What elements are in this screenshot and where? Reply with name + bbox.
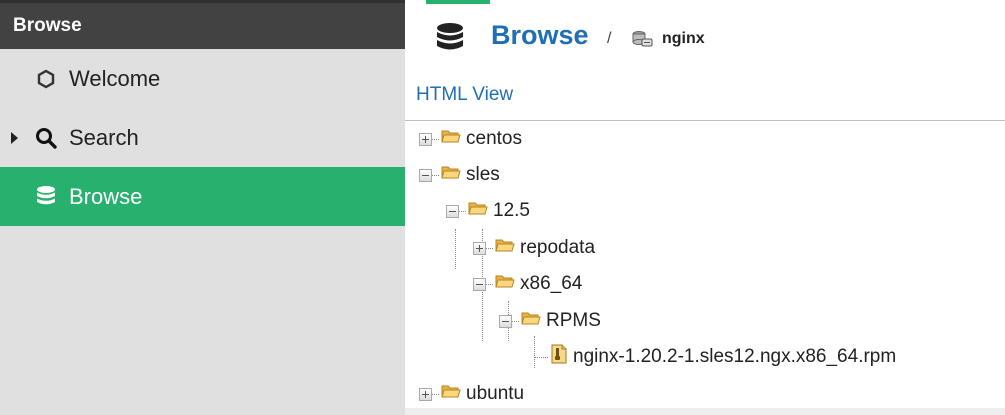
tree-node-label[interactable]: 12.5 <box>493 200 530 222</box>
database-icon <box>34 185 58 209</box>
tree-node-label[interactable]: RPMS <box>546 310 601 332</box>
folder-icon <box>441 128 461 150</box>
breadcrumb-separator: / <box>607 30 612 47</box>
expand-toggle[interactable] <box>419 387 432 401</box>
search-icon <box>34 126 58 150</box>
sidebar-item-browse[interactable]: Browse <box>0 167 405 226</box>
tree-node-12-5[interactable]: 12.5 <box>446 193 530 229</box>
collapse-toggle[interactable] <box>419 168 432 182</box>
folder-open-icon <box>468 200 488 222</box>
tree-node-label[interactable]: nginx-1.20.2-1.sles12.ngx.x86_64.rpm <box>573 346 896 368</box>
tree-node-repodata[interactable]: repodata <box>473 230 595 266</box>
sidebar-item-label: Search <box>69 124 139 150</box>
bottom-strip <box>405 408 1005 415</box>
hexagon-icon <box>34 67 58 91</box>
collapse-toggle[interactable] <box>473 277 486 291</box>
tree-node-sles[interactable]: sles <box>419 157 500 193</box>
expand-toggle[interactable] <box>419 132 432 146</box>
database-icon <box>435 22 465 59</box>
caret-right-icon[interactable] <box>11 131 18 144</box>
page-title[interactable]: Browse <box>491 20 589 51</box>
main-panel: Browse / nginx HTML View centos sles 12.… <box>405 0 1005 415</box>
tree-node-label[interactable]: ubuntu <box>466 383 524 405</box>
sidebar-item-label: Browse <box>69 183 143 209</box>
tree-node-label[interactable]: sles <box>466 164 500 186</box>
archive-file-icon <box>550 344 568 370</box>
folder-open-icon <box>495 273 515 295</box>
tree-node-rpm-file[interactable]: nginx-1.20.2-1.sles12.ngx.x86_64.rpm <box>534 339 896 375</box>
repository-icon <box>631 30 653 53</box>
tree-node-label[interactable]: centos <box>466 128 522 150</box>
expand-toggle[interactable] <box>473 241 486 255</box>
folder-open-icon <box>441 164 461 186</box>
sidebar-item-search[interactable]: Search <box>0 108 405 167</box>
tree-node-rpms[interactable]: RPMS <box>499 303 601 339</box>
folder-open-icon <box>521 310 541 332</box>
collapse-toggle[interactable] <box>446 204 459 218</box>
tree-node-label[interactable]: x86_64 <box>520 273 582 295</box>
sidebar: Browse Welcome Search Browse <box>0 0 405 415</box>
tree-node-x86-64[interactable]: x86_64 <box>473 266 582 302</box>
sidebar-item-welcome[interactable]: Welcome <box>0 49 405 108</box>
sidebar-item-label: Welcome <box>69 65 161 91</box>
tree-node-ubuntu[interactable]: ubuntu <box>419 376 524 412</box>
active-tab-indicator <box>426 0 490 4</box>
folder-icon <box>495 237 515 259</box>
folder-icon <box>441 383 461 405</box>
html-view-link[interactable]: HTML View <box>416 84 513 106</box>
breadcrumb: Browse / nginx <box>405 18 1005 58</box>
tree-node-centos[interactable]: centos <box>419 121 522 157</box>
sidebar-title: Browse <box>0 0 405 49</box>
file-tree: centos sles 12.5 repodata x86_64 RPMS ng… <box>405 121 1005 415</box>
tree-node-label[interactable]: repodata <box>520 237 595 259</box>
breadcrumb-repo[interactable]: nginx <box>662 30 705 48</box>
collapse-toggle[interactable] <box>499 314 512 328</box>
